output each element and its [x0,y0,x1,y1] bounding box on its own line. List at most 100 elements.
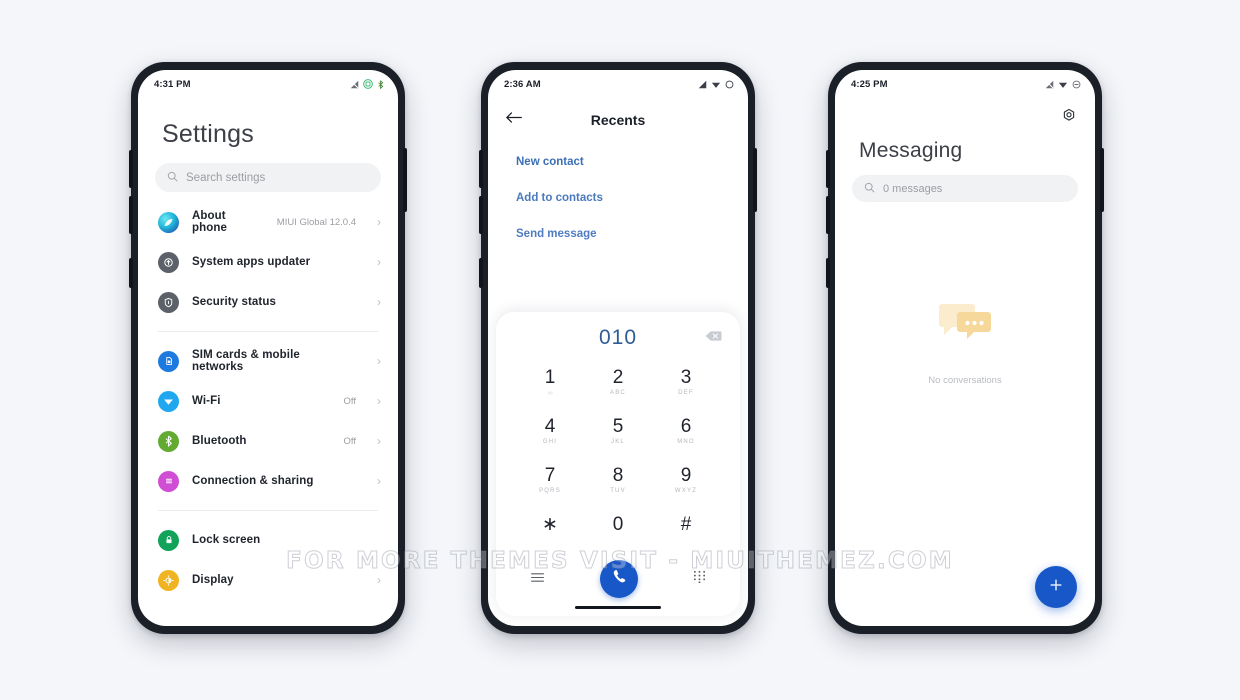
call-icon [611,568,628,590]
page-title: Messaging [859,139,963,162]
key-sublabel: ABC [610,389,626,396]
dialpad-key-0[interactable]: 0 [584,505,652,554]
dialpad-key-8[interactable]: 8 TUV [584,456,652,505]
key-sublabel: DEF [678,389,694,396]
settings-item-security-status[interactable]: Security status › [138,282,398,322]
dialpad-key-5[interactable]: 5 JKL [584,407,652,456]
new-contact-link[interactable]: New contact [516,156,748,168]
dialpad-key-6[interactable]: 6 MNO [652,407,720,456]
chevron-right-icon: › [377,354,381,368]
key-digit: 0 [612,513,624,535]
power-button[interactable] [753,148,757,212]
dialpad-key-2[interactable]: 2 ABC [584,358,652,407]
volume-up-button[interactable] [129,150,133,188]
status-time: 4:25 PM [851,78,888,90]
dialpad-panel: 010 1 ∞ 2 ABC 3 DEF 4 GHI 5 JKL 6 MNO 7 PQRS 8T… [496,312,740,616]
dialpad-keys: 1 ∞ 2 ABC 3 DEF 4 GHI 5 JKL 6 MNO 7 PQRS 8 TUV 9… [496,356,740,554]
volume-up-button[interactable] [826,150,830,188]
screenshot-stage: 4:31 PM Settings Search settings About p… [0,0,1240,700]
settings-item-label: System apps updater [192,256,311,268]
menu-icon[interactable] [530,570,545,588]
wifi-icon [711,80,721,89]
key-digit: 2 [612,366,624,388]
key-sublabel: GHI [542,438,558,445]
system-updater-icon [158,251,179,273]
dialed-number[interactable]: 010 [514,326,700,350]
settings-item-label: SIM cards & mobile networks [192,349,300,373]
dialpad-bottom-bar [496,554,740,606]
key-sublabel: TUV [610,487,626,494]
settings-item-label: Bluetooth [192,435,247,447]
security-shield-icon [158,291,179,313]
search-icon [167,169,178,187]
about-phone-icon [158,211,179,233]
call-button[interactable] [600,560,638,598]
status-bar: 4:31 PM [138,70,398,94]
status-icons [698,80,734,89]
search-placeholder: Search settings [186,171,266,184]
settings-item-wifi[interactable]: Wi-Fi Off › [138,381,398,421]
dialpad-key-9[interactable]: 9 WXYZ [652,456,720,505]
dialpad-key-7[interactable]: 7 PQRS [516,456,584,505]
settings-item-value: Off [343,395,357,407]
chevron-right-icon: › [377,474,381,488]
side-button[interactable] [479,258,483,288]
dialpad-key-star[interactable]: ∗ [516,505,584,554]
plus-icon [1048,577,1064,598]
key-digit: 9 [680,464,692,486]
display-brightness-icon [158,569,179,591]
gesture-bar[interactable] [575,606,661,609]
side-button[interactable] [129,258,133,288]
volume-down-button[interactable] [479,196,483,234]
search-input[interactable]: 0 messages [852,175,1078,202]
chevron-right-icon: › [377,295,381,309]
dialpad-key-hash[interactable]: # [652,505,720,554]
key-sublabel: PQRS [539,487,561,494]
dialpad-key-4[interactable]: 4 GHI [516,407,584,456]
settings-item-lock-screen[interactable]: Lock screen [138,520,398,560]
settings-item-sim-cards[interactable]: SIM cards & mobile networks › [138,341,398,381]
settings-item-bluetooth[interactable]: Bluetooth Off › [138,421,398,461]
dialed-number-row: 010 [496,322,740,356]
dialpad-key-3[interactable]: 3 DEF [652,358,720,407]
status-icons [350,79,384,89]
settings-item-system-apps-updater[interactable]: System apps updater › [138,242,398,282]
dialpad-key-1[interactable]: 1 ∞ [516,358,584,407]
phone-dialer: 2:36 AM Recents New contact Add to conta… [479,62,757,634]
status-icons [1045,80,1081,89]
status-time: 4:31 PM [154,78,191,90]
data-saver-icon [363,79,373,89]
dialer-action-links: New contact Add to contacts Send message [488,140,748,240]
power-button[interactable] [1100,148,1104,212]
new-message-fab[interactable] [1035,566,1077,608]
empty-state-label: No conversations [928,375,1002,386]
key-digit: 5 [612,415,624,437]
settings-item-value: Off [343,435,357,447]
settings-button[interactable] [835,94,1095,129]
phone-messaging: 4:25 PM Messaging 0 messages No conversa… [826,62,1104,634]
settings-item-about-phone[interactable]: About phone MIUI Global 12.0.4 › [138,202,398,242]
bluetooth-small-icon [377,79,384,89]
chevron-right-icon: › [377,394,381,408]
settings-item-connection-sharing[interactable]: Connection & sharing › [138,461,398,501]
key-sublabel: JKL [611,438,625,445]
settings-item-display[interactable]: Display › [138,560,398,600]
chevron-right-icon: › [377,434,381,448]
dialer-screen: 2:36 AM Recents New contact Add to conta… [488,70,748,626]
power-button[interactable] [403,148,407,212]
volume-up-button[interactable] [479,150,483,188]
volume-down-button[interactable] [826,196,830,234]
signal-off-icon [350,80,359,89]
connection-sharing-icon [158,470,179,492]
add-to-contacts-link[interactable]: Add to contacts [516,192,748,204]
divider [158,331,378,332]
key-digit: 6 [680,415,692,437]
volume-down-button[interactable] [129,196,133,234]
send-message-link[interactable]: Send message [516,228,748,240]
search-input[interactable]: Search settings [155,163,381,192]
backspace-icon[interactable] [700,329,722,347]
side-button[interactable] [826,258,830,288]
keypad-icon[interactable] [693,570,706,588]
settings-list: About phone MIUI Global 12.0.4 › System … [138,192,398,600]
status-bar: 2:36 AM [488,70,748,94]
